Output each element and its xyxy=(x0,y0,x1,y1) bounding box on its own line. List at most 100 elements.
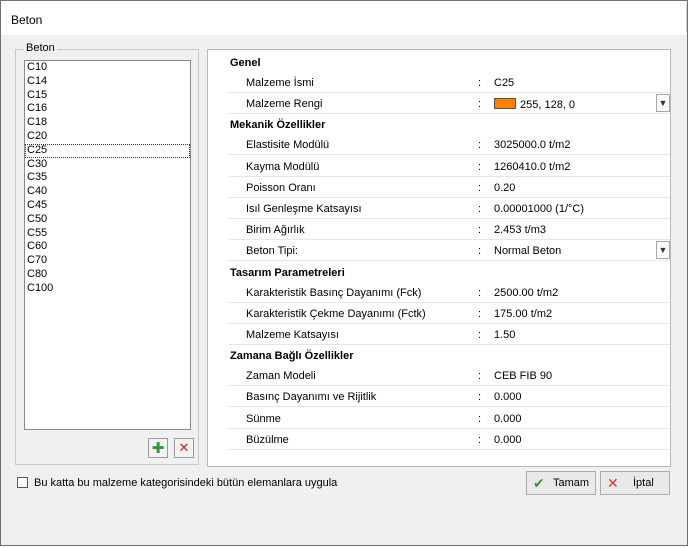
category-label: Zamana Bağlı Özellikler xyxy=(230,350,354,363)
category-header[interactable]: Tasarım Parametreleri xyxy=(208,262,670,282)
category-header[interactable]: Zamana Bağlı Özellikler xyxy=(208,345,670,365)
property-value[interactable]: C25 xyxy=(494,77,514,89)
property-value[interactable]: 0.000 xyxy=(494,413,522,425)
material-list-item[interactable]: C55 xyxy=(25,227,190,241)
property-row[interactable]: Malzeme Rengi: 255, 128, 0 ▼ xyxy=(228,93,670,115)
property-row[interactable]: Büzülme:0.000 xyxy=(228,429,670,450)
material-list-item[interactable]: C14 xyxy=(25,75,190,89)
property-separator: : xyxy=(478,98,482,111)
material-list-item[interactable]: C50 xyxy=(25,213,190,227)
property-value[interactable]: 255, 128, 0 xyxy=(494,98,575,111)
ok-button-label: Tamam xyxy=(553,477,590,489)
delete-material-button[interactable]: ✕ xyxy=(174,438,194,458)
property-value[interactable]: 1260410.0 t/m2 xyxy=(494,161,570,173)
property-value[interactable]: 0.000 xyxy=(494,434,522,446)
apply-to-all-label[interactable]: Bu katta bu malzeme kategorisindeki bütü… xyxy=(34,477,337,489)
property-label: Büzülme xyxy=(246,433,289,446)
chevron-down-icon[interactable]: ▼ xyxy=(656,241,670,260)
property-value-text: 1.50 xyxy=(494,329,516,341)
material-list-item[interactable]: C25 xyxy=(25,143,190,158)
property-row[interactable]: Kayma Modülü:1260410.0 t/m2 xyxy=(228,156,670,177)
property-row[interactable]: Basınç Dayanımı ve Rijitlik:0.000 xyxy=(228,386,670,408)
material-list-item[interactable]: C20 xyxy=(25,130,190,144)
property-label: Malzeme Rengi xyxy=(246,98,323,111)
property-separator: : xyxy=(478,412,482,425)
property-value-text: 255, 128, 0 xyxy=(520,99,576,112)
property-separator: : xyxy=(478,181,482,194)
property-value-text: 3025000.0 t/m2 xyxy=(494,139,571,152)
property-value-text: C25 xyxy=(494,77,515,89)
property-row[interactable]: Malzeme Katsayısı:1.50 xyxy=(228,324,670,345)
property-value-text: Normal Beton xyxy=(494,245,562,258)
property-label: Birim Ağırlık xyxy=(246,224,305,237)
property-label: Beton Tipi: xyxy=(246,245,298,258)
property-label: Karakteristik Basınç Dayanımı (Fck) xyxy=(246,286,422,299)
x-icon: ✕ xyxy=(178,440,190,455)
material-list-item[interactable]: C10 xyxy=(25,61,190,75)
material-list-item[interactable]: C18 xyxy=(25,116,190,130)
property-row[interactable]: Beton Tipi:: Normal Beton ▼ xyxy=(228,240,670,262)
material-list-item[interactable]: C70 xyxy=(25,254,190,268)
material-list-item[interactable]: C16 xyxy=(25,102,190,116)
cancel-button-label: İptal xyxy=(633,477,654,489)
property-separator: : xyxy=(478,307,482,320)
property-value-text: 1260410.0 t/m2 xyxy=(494,160,571,173)
property-label: Basınç Dayanımı ve Rijitlik xyxy=(246,391,377,404)
property-row[interactable]: Karakteristik Çekme Dayanımı (Fctk):175.… xyxy=(228,303,670,324)
material-list-item[interactable]: C15 xyxy=(25,89,190,103)
property-value[interactable]: Normal Beton xyxy=(494,245,561,257)
add-material-button[interactable]: ✚ xyxy=(148,438,168,458)
property-label: Poisson Oranı xyxy=(246,181,316,194)
property-separator: : xyxy=(478,370,482,383)
property-label: Malzeme Katsayısı xyxy=(246,329,339,341)
property-row[interactable]: Zaman Modeli: CEB FIB 90 xyxy=(228,365,670,387)
property-value-text: 0.20 xyxy=(494,181,516,194)
materials-group: Beton C10 C14 C15 C16 C18 C20 C25 C30 C35 C40 C45 C… xyxy=(15,42,199,465)
material-list-item[interactable]: C45 xyxy=(25,199,190,213)
property-value[interactable]: 175.00 t/m2 xyxy=(494,308,552,320)
category-header[interactable]: Mekanik Özellikler xyxy=(208,114,670,134)
property-row[interactable]: Sünme:0.000 xyxy=(228,408,670,429)
property-row[interactable]: Karakteristik Basınç Dayanımı (Fck):2500… xyxy=(228,282,670,303)
property-label: Karakteristik Çekme Dayanımı (Fctk) xyxy=(246,307,426,320)
apply-to-all-checkbox[interactable] xyxy=(17,477,28,488)
category-label: Mekanik Özellikler xyxy=(230,119,326,132)
property-row[interactable]: Elastisite Modülü:3025000.0 t/m2 xyxy=(228,134,670,156)
property-value[interactable]: CEB FIB 90 xyxy=(494,370,552,382)
property-value[interactable]: 1.50 xyxy=(494,329,515,341)
property-value[interactable]: 2500.00 t/m2 xyxy=(494,287,558,299)
property-value-text: 0.000 xyxy=(494,412,522,425)
material-list-item[interactable]: C35 xyxy=(25,171,190,185)
property-row[interactable]: Poisson Oranı:0.20 xyxy=(228,177,670,198)
property-value-text: 175.00 t/m2 xyxy=(494,307,553,320)
title-bar-edge xyxy=(680,4,687,32)
property-value[interactable]: 3025000.0 t/m2 xyxy=(494,139,570,151)
material-list-item[interactable]: C30 xyxy=(25,158,190,172)
chevron-down-icon[interactable]: ▼ xyxy=(656,94,670,113)
material-list-item[interactable]: C40 xyxy=(25,185,190,199)
cancel-button[interactable]: ✕ İptal xyxy=(600,471,670,495)
property-separator: : xyxy=(478,203,482,215)
property-value-text: 0.000 xyxy=(494,391,522,404)
property-value[interactable]: 2.453 t/m3 xyxy=(494,224,546,236)
category-header[interactable]: Genel xyxy=(208,52,670,72)
ok-button[interactable]: ✔ Tamam xyxy=(526,471,596,495)
materials-listbox[interactable]: C10 C14 C15 C16 C18 C20 C25 C30 C35 C40 C45 C50 C55 C… xyxy=(24,60,191,430)
property-separator: : xyxy=(478,391,482,404)
window-title: Beton xyxy=(11,13,43,27)
property-value[interactable]: 0.20 xyxy=(494,182,515,194)
property-value[interactable]: 0.000 xyxy=(494,391,522,403)
material-list-item[interactable]: C60 xyxy=(25,240,190,254)
checkmark-icon: ✔ xyxy=(533,475,545,491)
property-separator: : xyxy=(478,433,482,446)
dialog-window: Beton Beton C10 C14 C15 C16 C18 C20 C25 C30 C35 C… xyxy=(0,0,688,546)
title-bar: Beton xyxy=(1,1,687,35)
x-icon: ✕ xyxy=(607,475,619,491)
property-row[interactable]: Isıl Genleşme Katsayısı:0.00001000 (1/°C… xyxy=(228,198,670,219)
property-row[interactable]: Malzeme İsmi: C25 xyxy=(228,72,670,93)
property-value-text: 2.453 t/m3 xyxy=(494,224,546,237)
property-value[interactable]: 0.00001000 (1/°C) xyxy=(494,203,584,215)
material-list-item[interactable]: C80 xyxy=(25,268,190,282)
material-list-item[interactable]: C100 xyxy=(25,282,190,296)
property-row[interactable]: Birim Ağırlık:2.453 t/m3 xyxy=(228,219,670,241)
